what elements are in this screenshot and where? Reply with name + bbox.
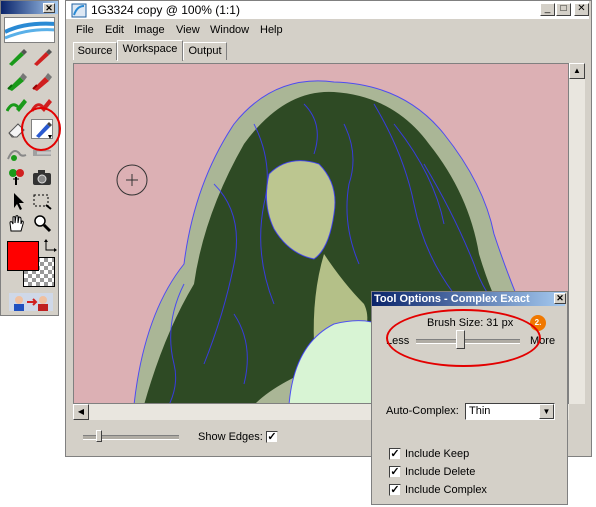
include-complex-label: Include Complex [405,484,487,496]
keep-highlight-icon[interactable] [6,143,28,163]
include-complex-checkbox[interactable]: ✓ [389,484,401,496]
auto-complex-select[interactable]: Thin ▼ [465,403,555,420]
show-edges-checkbox[interactable]: ✓ [266,431,278,443]
scroll-up-button[interactable]: ▲ [569,63,585,79]
menu-edit[interactable]: Edit [105,24,124,36]
close-button[interactable]: ✕ [574,3,589,16]
tab-source[interactable]: Source [73,42,117,60]
dropdown-arrow-icon[interactable]: ▼ [539,404,554,419]
zoom-slider-thumb[interactable] [96,430,102,442]
keep-fill-icon[interactable] [6,95,28,115]
tool-options-title[interactable]: Tool Options - Complex Exact [372,292,565,306]
users-icon[interactable] [9,293,53,311]
document-icon [71,3,87,18]
maximize-button[interactable]: □ [556,3,571,16]
vertical-scrollbar[interactable]: ▲ [569,63,585,404]
keep-marker-icon[interactable] [6,71,28,91]
annotation-circle-2 [386,309,541,367]
auto-complex-label: Auto-Complex: [386,405,459,417]
eyedropper-icon[interactable] [6,167,28,187]
menu-window[interactable]: Window [210,24,249,36]
toolbox-close-button[interactable]: ✕ [43,3,55,13]
menu-help[interactable]: Help [260,24,283,36]
swap-colors-icon[interactable] [43,239,57,253]
include-keep-checkbox[interactable]: ✓ [389,448,401,460]
tab-output[interactable]: Output [183,42,227,60]
show-edges-label: Show Edges: [198,431,263,443]
toolbox-panel: ✕ [0,0,59,316]
menu-image[interactable]: Image [134,24,165,36]
annotation-circle-1 [21,107,61,151]
include-delete-label: Include Delete [405,466,476,478]
include-delete-checkbox[interactable]: ✓ [389,466,401,478]
keep-brush-icon[interactable] [6,47,28,67]
menu-view[interactable]: View [176,24,200,36]
rect-select-icon[interactable] [31,191,53,211]
camera-icon[interactable] [31,167,53,187]
minimize-button[interactable]: _ [540,3,555,16]
foreground-color-swatch[interactable] [7,241,39,271]
app-logo [4,17,55,43]
delete-brush-icon[interactable] [31,47,53,67]
delete-marker-icon[interactable] [31,71,53,91]
menu-file[interactable]: File [76,24,94,36]
scroll-left-button[interactable]: ◀ [73,404,89,420]
include-keep-label: Include Keep [405,448,470,460]
auto-complex-value: Thin [469,405,491,417]
arrow-select-icon[interactable] [6,191,28,211]
window-title: 1G3324 copy @ 100% (1:1) [91,3,240,17]
tab-workspace[interactable]: Workspace [117,40,183,61]
hand-icon[interactable] [6,213,28,233]
tool-options-close-button[interactable]: ✕ [554,293,566,304]
zoom-icon[interactable] [31,213,53,233]
